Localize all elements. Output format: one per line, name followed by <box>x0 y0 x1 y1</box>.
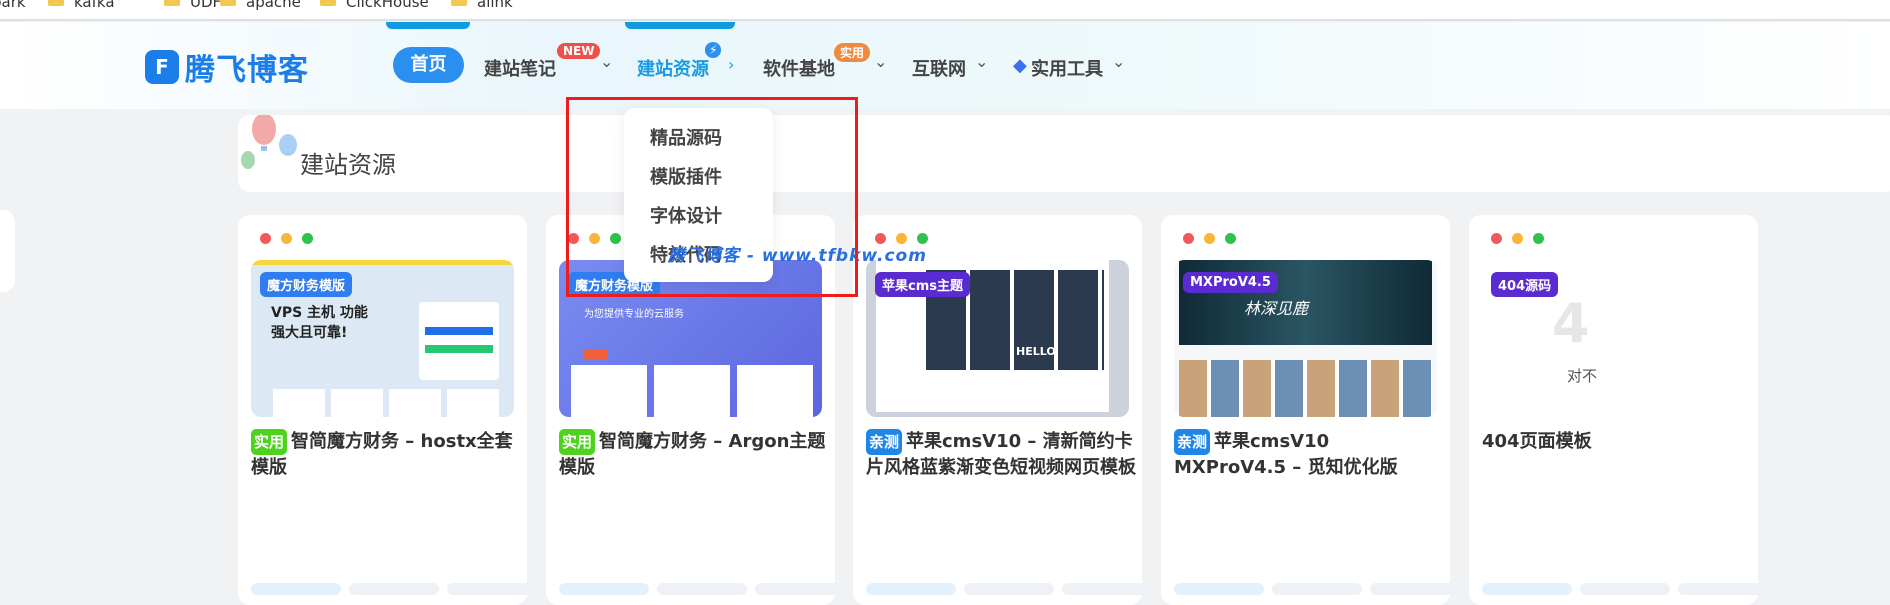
chevron-down-icon[interactable]: ⌄ <box>1112 52 1125 71</box>
logo-text: 腾飞博客 <box>185 53 309 88</box>
chevron-down-icon[interactable]: ⌄ <box>600 52 613 71</box>
card-title[interactable]: 亲测 苹果cmsV10 MXProV4.5 – 觅知优化版 <box>1174 429 1444 481</box>
nav-indicator-active <box>625 22 735 29</box>
chevron-right-icon[interactable]: › <box>728 55 734 74</box>
highlight-box <box>566 97 858 297</box>
balloons-icon <box>241 115 297 169</box>
tag-badge: 实用 <box>559 429 596 455</box>
card-meta <box>251 583 537 595</box>
site-logo[interactable]: F 腾飞博客 <box>145 45 309 89</box>
logo-icon: F <box>145 50 179 84</box>
resource-card[interactable]: VPS 主机 功能强大且可靠! 魔方财务模版 实用 智简魔方财务 – hostx全… <box>238 215 537 605</box>
nav-tools[interactable]: 实用工具 <box>1031 55 1103 81</box>
card-meta <box>866 583 1152 595</box>
bookmark[interactable]: apache <box>246 0 301 11</box>
window-dots <box>1491 233 1544 244</box>
card-thumbnail[interactable]: 4 对不 404源码 <box>1482 260 1745 417</box>
nav-software[interactable]: 软件基地 <box>763 55 835 81</box>
nav-resources[interactable]: 建站资源 <box>637 55 709 81</box>
card-title[interactable]: 实用 智简魔方财务 – Argon主题模版 <box>559 429 829 481</box>
tag-badge: 亲测 <box>1174 429 1211 455</box>
window-dots <box>260 233 313 244</box>
bookmark[interactable]: UDF <box>190 0 221 11</box>
thumb-badge: MXProV4.5 <box>1183 272 1278 293</box>
side-panel[interactable] <box>0 210 15 292</box>
thumb-badge: 404源码 <box>1491 272 1559 297</box>
new-badge: NEW <box>557 43 601 59</box>
chevron-down-icon[interactable]: ⌄ <box>975 52 988 71</box>
nav-internet[interactable]: 互联网 <box>912 55 966 81</box>
section-header: 建站资源 <box>238 115 1890 192</box>
resource-card[interactable]: 林深见鹿 MXProV4.5 亲测 苹果cmsV10 MXProV4.5 – 觅知… <box>1161 215 1460 605</box>
card-title-text[interactable]: 智简魔方财务 – Argon主题模版 <box>559 431 825 478</box>
nav-notes[interactable]: 建站笔记 <box>484 55 556 81</box>
resource-card[interactable]: 4 对不 404源码 404页面模板 <box>1469 215 1768 605</box>
thumb-text: VPS 主机 功能强大且可靠! <box>271 305 368 341</box>
chevron-down-icon[interactable]: ⌄ <box>874 52 887 71</box>
nav-home[interactable]: 首页 <box>393 47 464 83</box>
card-title[interactable]: 404页面模板 <box>1482 429 1752 455</box>
card-thumbnail[interactable]: HELLO 苹果cms主题 <box>866 260 1129 417</box>
thumb-text: 为您提供专业的云服务 <box>584 309 684 320</box>
card-meta <box>1482 583 1768 595</box>
nav-indicator <box>386 22 470 29</box>
thumb-badge: 苹果cms主题 <box>875 272 970 297</box>
bookmarks-bar: park kafka UDF apache ClickHouse alink <box>0 0 1890 21</box>
thumb-badge: 魔方财务模版 <box>260 272 353 297</box>
card-title-text[interactable]: 苹果cmsV10 – 清新简约卡片风格蓝紫渐变色短视频网页模板 <box>866 431 1136 478</box>
bookmark[interactable]: park <box>0 0 26 11</box>
card-title-text[interactable]: 智简魔方财务 – hostx全套模版 <box>251 431 513 478</box>
thumb-text: 林深见鹿 <box>1244 299 1309 318</box>
tag-badge: 亲测 <box>866 429 903 455</box>
bookmark[interactable]: kafka <box>74 0 115 11</box>
thumb-text: HELLO <box>1016 345 1056 358</box>
useful-badge: 实用 <box>834 43 871 62</box>
thumb-text: 对不 <box>1567 367 1598 385</box>
resource-card[interactable]: HELLO 苹果cms主题 亲测 苹果cmsV10 – 清新简约卡片风格蓝紫渐变色… <box>853 215 1152 605</box>
card-thumbnail[interactable]: 林深见鹿 MXProV4.5 <box>1174 260 1437 417</box>
card-thumbnail[interactable]: VPS 主机 功能强大且可靠! 魔方财务模版 <box>251 260 514 417</box>
bookmark[interactable]: ClickHouse <box>346 0 429 11</box>
card-title-text[interactable]: 404页面模板 <box>1482 431 1592 452</box>
window-dots <box>1183 233 1236 244</box>
bookmark[interactable]: alink <box>477 0 513 11</box>
card-title[interactable]: 实用 智简魔方财务 – hostx全套模版 <box>251 429 521 481</box>
section-title: 建站资源 <box>300 151 396 179</box>
card-meta <box>559 583 845 595</box>
tools-icon: ◆ <box>1013 55 1027 76</box>
card-title[interactable]: 亲测 苹果cmsV10 – 清新简约卡片风格蓝紫渐变色短视频网页模板 <box>866 429 1136 481</box>
tag-badge: 实用 <box>251 429 288 455</box>
card-meta <box>1174 583 1460 595</box>
